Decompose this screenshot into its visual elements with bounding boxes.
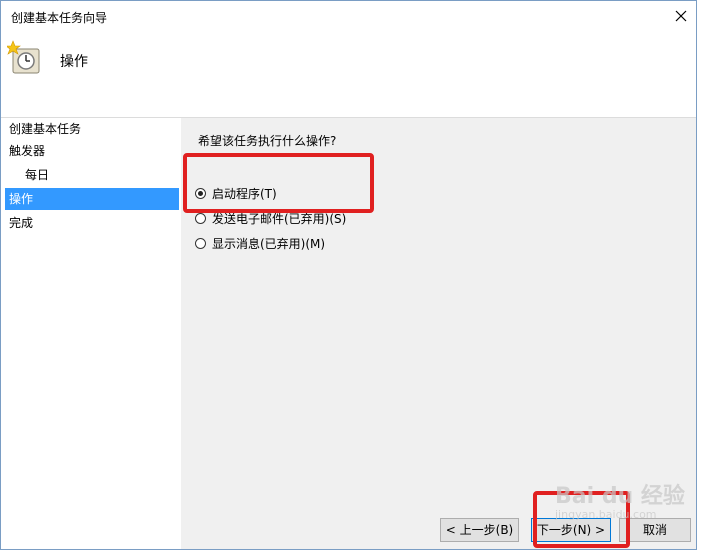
- close-icon: [675, 10, 687, 22]
- step-action[interactable]: 操作: [5, 188, 179, 210]
- radio-button[interactable]: [195, 188, 206, 199]
- step-trigger[interactable]: 触发器: [5, 140, 179, 162]
- radio-button[interactable]: [195, 213, 206, 224]
- window-title: 创建基本任务向导: [11, 11, 108, 25]
- page-heading: 操作: [60, 54, 88, 70]
- task-wizard-dialog: 创建基本任务向导 操作 创建基本任务 触发器 每日 操作 完成 希望该任务执行什…: [0, 0, 697, 550]
- wizard-content: 希望该任务执行什么操作? 启动程序(T) 发送电子邮件(已弃用)(S) 显示消息…: [181, 118, 696, 549]
- task-scheduler-icon: [7, 40, 40, 74]
- option-label: 发送电子邮件(已弃用)(S): [212, 212, 347, 226]
- step-daily[interactable]: 每日: [5, 164, 179, 186]
- radio-button[interactable]: [195, 238, 206, 249]
- title-bar: 创建基本任务向导: [1, 1, 696, 31]
- cancel-button[interactable]: 取消: [619, 518, 691, 542]
- option-start-program[interactable]: 启动程序(T): [195, 185, 277, 202]
- close-button[interactable]: [666, 1, 696, 31]
- wizard-steps-sidebar: 创建基本任务 触发器 每日 操作 完成: [1, 118, 181, 549]
- step-create-basic-task[interactable]: 创建基本任务: [5, 118, 179, 140]
- step-finish[interactable]: 完成: [5, 212, 179, 234]
- next-button[interactable]: 下一步(N) >: [531, 518, 611, 542]
- option-label: 显示消息(已弃用)(M): [212, 237, 326, 251]
- action-question: 希望该任务执行什么操作?: [198, 134, 337, 148]
- wizard-header: 操作: [1, 31, 696, 118]
- back-button[interactable]: < 上一步(B): [440, 518, 519, 542]
- option-show-message[interactable]: 显示消息(已弃用)(M): [195, 235, 325, 252]
- option-label: 启动程序(T): [212, 187, 277, 201]
- option-send-email[interactable]: 发送电子邮件(已弃用)(S): [195, 210, 346, 227]
